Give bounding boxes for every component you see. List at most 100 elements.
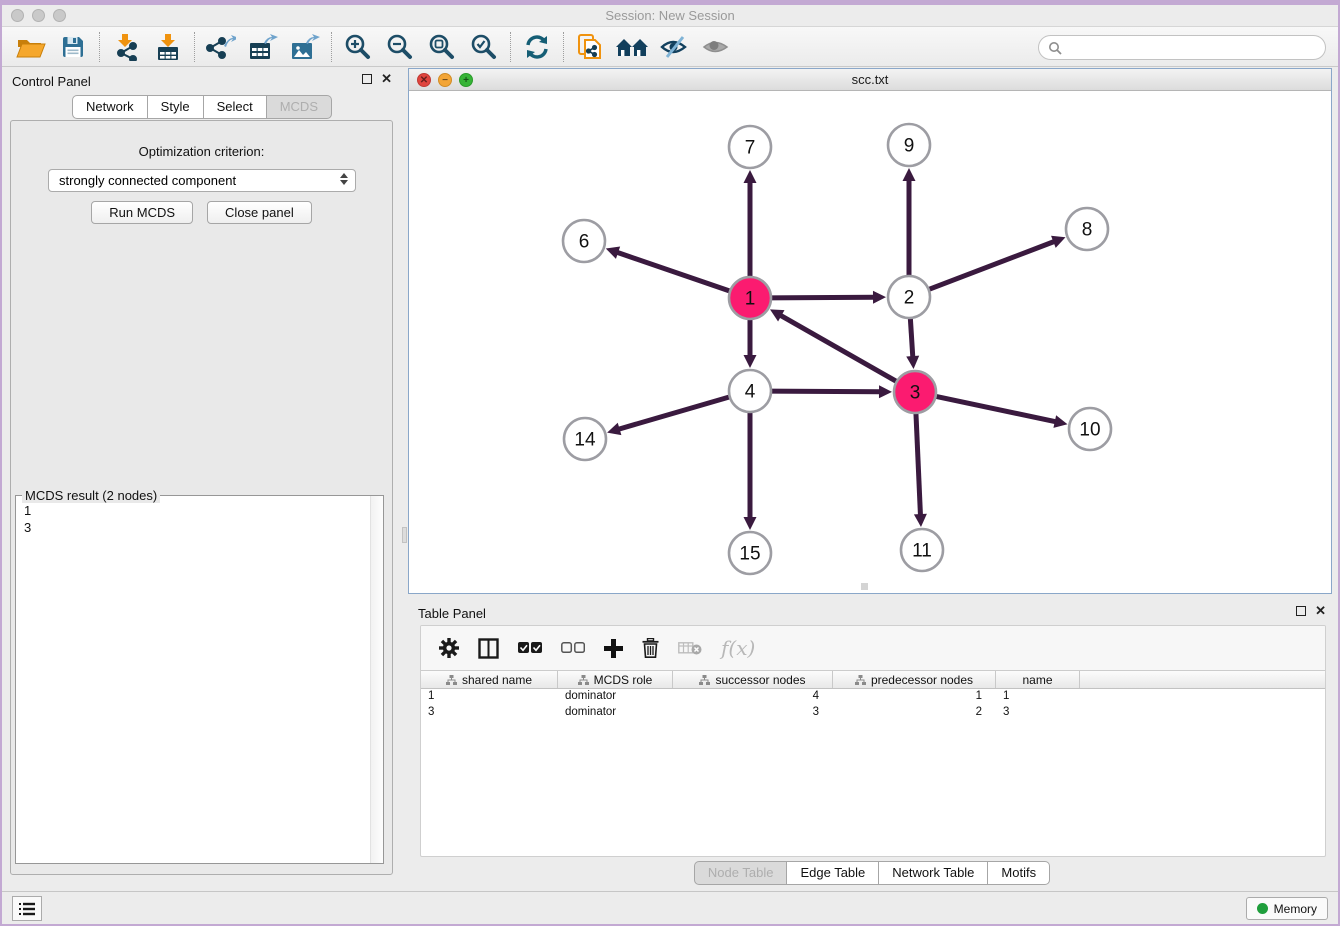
column-header-successor-nodes[interactable]: successor nodes — [673, 671, 833, 688]
graph-edge-2-8[interactable] — [926, 241, 1055, 290]
graph-edge-3-11[interactable] — [916, 410, 921, 516]
network-graph[interactable]: 7968124314101511 — [409, 91, 1331, 592]
column-header-label: MCDS role — [594, 673, 653, 687]
export-table-button[interactable] — [242, 31, 284, 63]
edge-arrowhead-icon — [906, 356, 919, 369]
run-mcds-button[interactable]: Run MCDS — [91, 201, 193, 224]
graph-edge-1-6[interactable] — [616, 252, 733, 292]
refresh-view-button[interactable] — [516, 31, 558, 63]
tab-edge-table[interactable]: Edge Table — [787, 861, 879, 885]
search-field[interactable] — [1038, 35, 1326, 60]
apply-function-button[interactable]: f(x) — [721, 636, 755, 660]
optimization-criterion-select[interactable]: strongly connected component — [48, 169, 356, 192]
network-canvas[interactable]: 7968124314101511 — [409, 91, 1331, 592]
refresh-icon — [523, 34, 551, 60]
main-area: Control Panel ✕ NetworkStyleSelectMCDS O… — [2, 67, 1338, 891]
splitter-handle-icon[interactable] — [402, 527, 407, 543]
show-all-button[interactable] — [695, 31, 737, 63]
delete-column-button[interactable] — [642, 638, 659, 658]
graph-node-label-14: 14 — [574, 430, 596, 451]
network-close-button[interactable]: ✕ — [417, 73, 431, 87]
graph-edge-2-3[interactable] — [910, 315, 913, 358]
toolbar-separator — [510, 32, 511, 62]
close-panel-icon[interactable]: ✕ — [381, 74, 392, 84]
graph-node-label-8: 8 — [1082, 220, 1093, 241]
search-icon — [1048, 41, 1062, 55]
graph-edge-1-2[interactable] — [768, 297, 875, 298]
import-table-button[interactable] — [147, 31, 189, 63]
new-network-from-selection-button[interactable] — [569, 31, 611, 63]
table-cell: 3 — [996, 705, 1080, 721]
column-header-label: predecessor nodes — [871, 673, 973, 687]
panel-splitter[interactable] — [401, 67, 408, 891]
tab-mcds[interactable]: MCDS — [267, 95, 332, 119]
column-header-MCDS-role[interactable]: MCDS role — [558, 671, 673, 688]
zoom-out-button[interactable] — [379, 31, 421, 63]
export-table-icon — [248, 33, 278, 61]
graph-edge-4-14[interactable] — [618, 396, 733, 429]
toolbar-separator — [194, 32, 195, 62]
hide-selected-button[interactable] — [653, 31, 695, 63]
graph-edge-3-1[interactable] — [780, 315, 900, 383]
zoom-in-button[interactable] — [337, 31, 379, 63]
minimize-window-button[interactable] — [32, 9, 45, 22]
close-table-panel-icon[interactable]: ✕ — [1315, 606, 1326, 616]
table-row[interactable]: 3dominator323 — [421, 705, 1325, 721]
table-tabs: Node TableEdge TableNetwork TableMotifs — [408, 861, 1336, 885]
show-columns-button[interactable] — [478, 638, 499, 659]
table-cell: 2 — [833, 705, 996, 721]
import-network-button[interactable] — [105, 31, 147, 63]
close-panel-button[interactable]: Close panel — [207, 201, 312, 224]
export-network-button[interactable] — [200, 31, 242, 63]
table-cell: 3 — [421, 705, 558, 721]
column-header-predecessor-nodes[interactable]: predecessor nodes — [833, 671, 996, 688]
delete-table-button[interactable] — [678, 640, 702, 656]
graph-edge-4-3[interactable] — [768, 391, 881, 392]
table-panel-header: Table Panel ✕ — [408, 599, 1336, 625]
delete-table-icon — [678, 640, 702, 656]
table-row[interactable]: 1dominator411 — [421, 689, 1325, 705]
edge-arrowhead-icon — [744, 170, 757, 183]
graph-edge-3-10[interactable] — [933, 396, 1057, 422]
zoom-in-icon — [344, 33, 372, 61]
zoom-window-button[interactable] — [53, 9, 66, 22]
tab-motifs[interactable]: Motifs — [988, 861, 1050, 885]
close-window-button[interactable] — [11, 9, 24, 22]
column-header-name[interactable]: name — [996, 671, 1080, 688]
memory-button[interactable]: Memory — [1246, 897, 1328, 920]
add-column-button[interactable] — [604, 639, 623, 658]
zoom-fit-button[interactable] — [421, 31, 463, 63]
tab-network-table[interactable]: Network Table — [879, 861, 988, 885]
tab-network[interactable]: Network — [72, 95, 148, 119]
tab-node-table[interactable]: Node Table — [694, 861, 788, 885]
network-maximize-button[interactable]: + — [459, 73, 473, 87]
search-input[interactable] — [1067, 39, 1316, 56]
result-scrollbar[interactable] — [370, 496, 383, 863]
tree-column-icon — [855, 675, 866, 685]
edge-arrowhead-icon — [744, 355, 757, 368]
network-window-titlebar[interactable]: ✕ − + scc.txt — [409, 69, 1331, 91]
mcds-result-list[interactable]: 1 3 — [16, 496, 383, 863]
export-image-button[interactable] — [284, 31, 326, 63]
column-header-shared-name[interactable]: shared name — [421, 671, 558, 688]
float-table-panel-icon[interactable] — [1296, 606, 1306, 616]
control-panel-title: Control Panel — [12, 74, 91, 89]
open-session-button[interactable] — [10, 31, 52, 63]
zoom-selected-button[interactable] — [463, 31, 505, 63]
zoom-selected-icon — [470, 33, 498, 61]
canvas-scrollbar-grip[interactable] — [861, 583, 868, 590]
table-options-button[interactable] — [439, 638, 459, 658]
graph-node-label-3: 3 — [910, 383, 921, 404]
deselect-all-checkboxes-button[interactable] — [561, 642, 585, 654]
tab-select[interactable]: Select — [204, 95, 267, 119]
window-controls — [11, 9, 66, 22]
float-panel-icon[interactable] — [362, 74, 372, 84]
select-all-checkboxes-button[interactable] — [518, 642, 542, 654]
plus-icon — [604, 639, 623, 658]
edge-arrowhead-icon — [903, 168, 916, 181]
save-session-button[interactable] — [52, 31, 94, 63]
network-minimize-button[interactable]: − — [438, 73, 452, 87]
task-history-button[interactable] — [12, 896, 42, 921]
reset-network-views-button[interactable] — [611, 31, 653, 63]
tab-style[interactable]: Style — [148, 95, 204, 119]
